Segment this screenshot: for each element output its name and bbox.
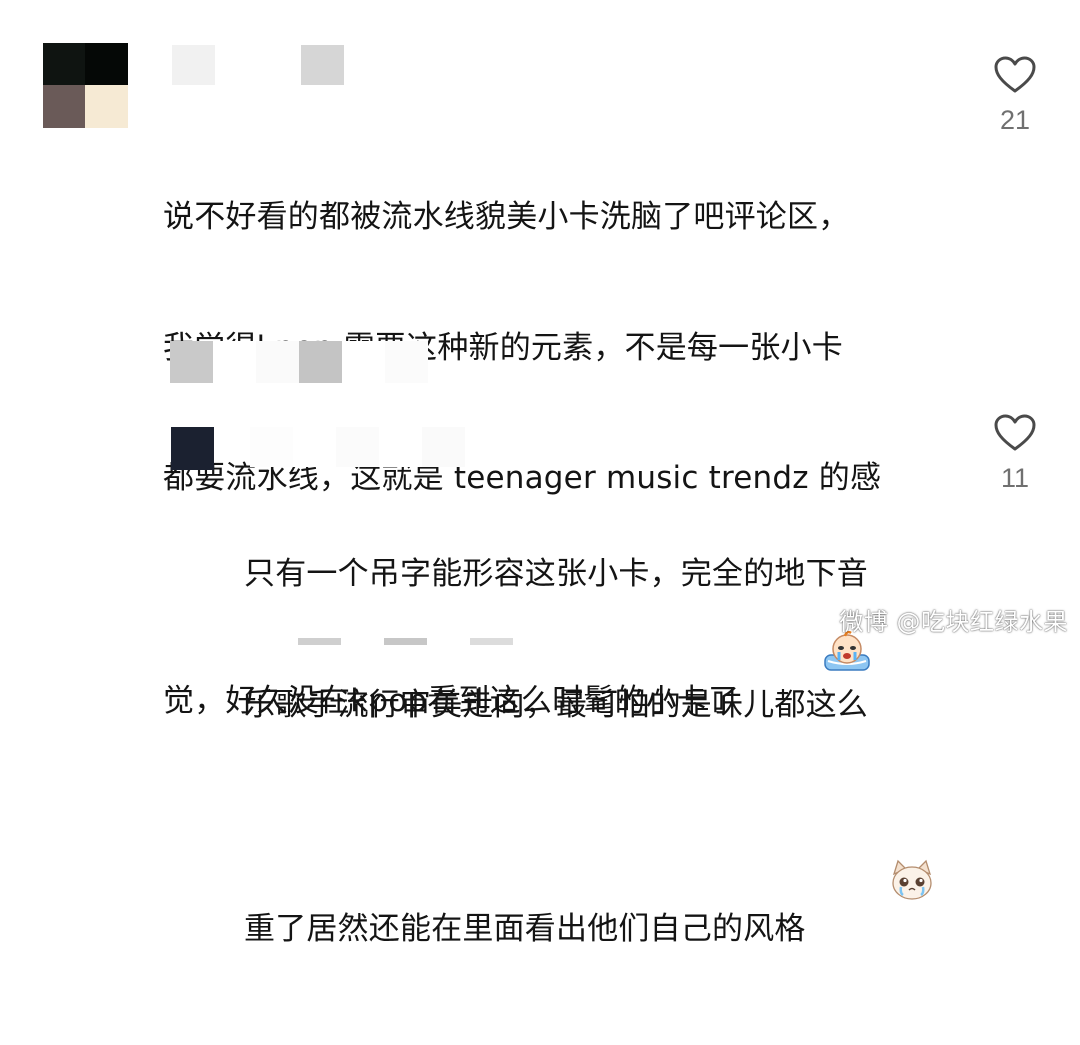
watermark: 微博 @吃块红绿水果 [839,608,1068,636]
like-count: 11 [1000,463,1030,493]
username[interactable] [250,427,465,467]
like-count: 21 [999,105,1031,135]
username[interactable] [172,45,344,85]
comment-line: 只有一个吊字能形容这张小卡，完全的地下音 [244,556,868,592]
crying-cat-sticker-icon [808,814,936,958]
like-button[interactable]: 21 [980,55,1050,136]
comment-meta[interactable] [170,341,430,383]
comment-line: 乐歌手流行审美走向，最可怕的是味儿都这么 [244,686,868,723]
comment-body: 只有一个吊字能形容这张小卡，完全的地下音 乐歌手流行审美走向，最可怕的是味儿都这… [244,466,964,1045]
comment-line: 重了居然还能在里面看出他们自己的风格 [244,814,964,958]
heart-outline-icon[interactable] [993,55,1037,95]
comment-meta[interactable] [298,638,513,645]
comment-line: 说不好看的都被流水线貌美小卡洗脑了吧评论区， [163,199,850,235]
like-button[interactable]: 11 [980,413,1050,494]
avatar[interactable] [171,427,214,470]
avatar[interactable] [43,43,128,128]
heart-outline-icon[interactable] [993,413,1037,453]
